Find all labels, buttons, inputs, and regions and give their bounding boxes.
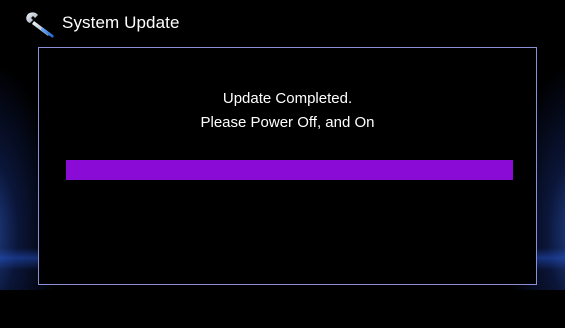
update-progress-fill (66, 160, 513, 180)
status-message-line2: Please Power Off, and On (200, 114, 375, 131)
system-update-screen: System Update Update Completed. Please P… (0, 0, 565, 328)
header-bar: System Update (0, 0, 565, 46)
update-progress-bar (66, 160, 513, 180)
wrench-icon (24, 12, 56, 38)
status-message-line1: Update Completed. (222, 90, 353, 107)
update-status-dialog: Update Completed. Please Power Off, and … (38, 47, 537, 285)
page-title: System Update (62, 13, 180, 32)
